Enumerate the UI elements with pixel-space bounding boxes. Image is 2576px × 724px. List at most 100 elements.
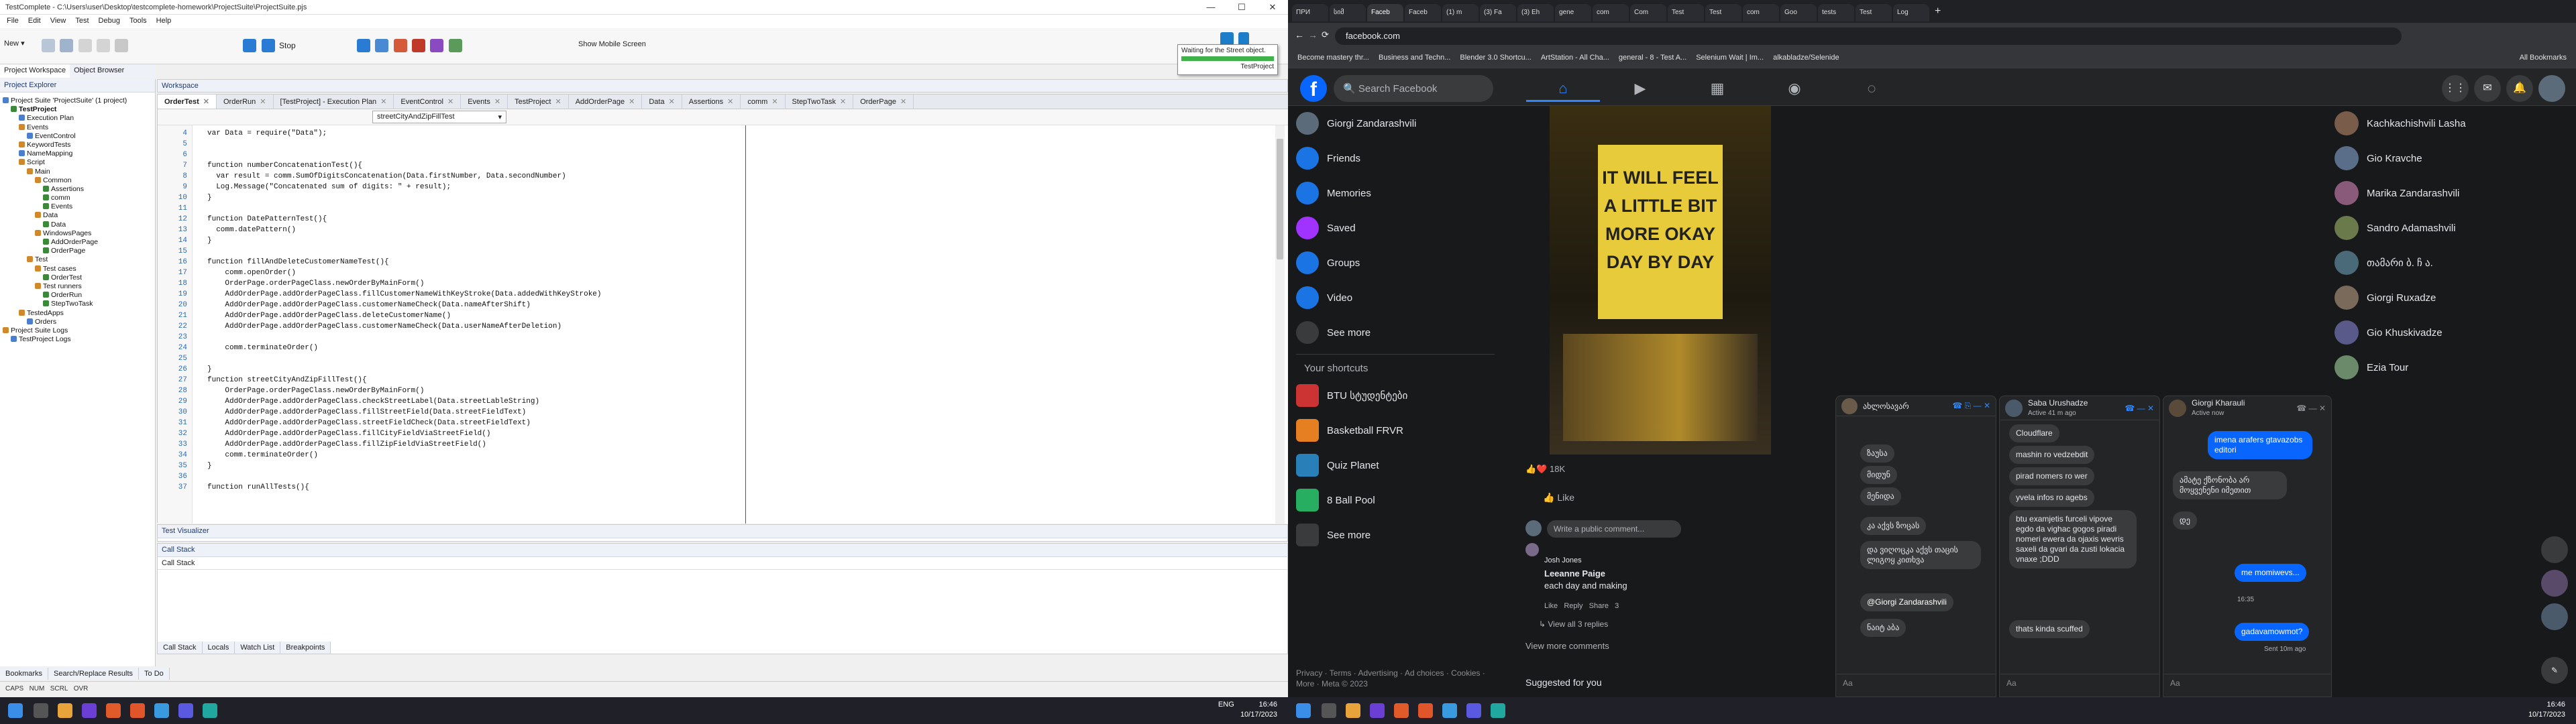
editor-tab[interactable]: [TestProject] - Execution Plan ✕ — [274, 95, 394, 109]
search-icon-2[interactable] — [1322, 703, 1336, 718]
tab-breakpoints[interactable]: Breakpoints — [280, 642, 331, 654]
app-icon-2[interactable] — [1394, 703, 1409, 718]
contact-item[interactable]: Gio Khuskivadze — [2334, 315, 2576, 350]
bookmark-item[interactable]: alkabladze/Selenide — [1773, 54, 1839, 64]
like-button[interactable]: 👍 Like — [1543, 492, 1574, 503]
chat1-header[interactable]: ახლოსავარ ☎ ⎘ — ✕ — [1836, 396, 1996, 416]
editor-tab[interactable]: EventControl ✕ — [394, 95, 462, 109]
tab-close-icon[interactable]: ✕ — [494, 98, 500, 106]
start-icon[interactable] — [8, 703, 23, 718]
vs-icon[interactable] — [82, 703, 97, 718]
tree-item[interactable]: Events — [3, 123, 152, 132]
contact-item[interactable]: Sandro Adamashvili — [2334, 210, 2576, 245]
breakpoint-icon[interactable] — [412, 39, 426, 52]
browser-tab[interactable]: Log — [1893, 4, 1929, 21]
shortcut-item[interactable]: BTU სტუდენტები — [1288, 378, 1503, 413]
tab-locals[interactable]: Locals — [202, 642, 235, 654]
run-icon[interactable] — [243, 39, 256, 52]
tab-close-icon[interactable]: ✕ — [203, 98, 209, 106]
contact-item[interactable]: Ezia Tour — [2334, 350, 2576, 385]
comment-input[interactable]: Write a public comment... — [1547, 520, 1681, 538]
mobile-icon[interactable] — [448, 39, 462, 52]
profile-avatar[interactable] — [2538, 75, 2565, 102]
tab-close-icon[interactable]: ✕ — [555, 98, 561, 106]
bookmark-item[interactable]: Blender 3.0 Shortcu... — [1460, 54, 1531, 64]
tree-item[interactable]: TestProject Logs — [3, 335, 152, 344]
browser-tab[interactable]: ПРИ — [1292, 4, 1328, 21]
record-icon[interactable] — [115, 39, 129, 52]
stop-label[interactable]: Stop — [279, 41, 296, 50]
testcomplete-icon[interactable] — [203, 703, 217, 718]
chat3-input[interactable]: Aa — [2163, 674, 2331, 697]
chat-bubble-avatar-2[interactable] — [2541, 570, 2568, 597]
chat-bubble-avatar-3[interactable] — [2541, 603, 2568, 630]
new-tab-icon[interactable]: + — [1935, 5, 1941, 17]
tab-call-stack[interactable]: Call Stack — [158, 642, 203, 654]
function-select[interactable]: streetCityAndZipFillTest ▾ — [372, 111, 506, 123]
tree-item[interactable]: AddOrderPage — [3, 238, 152, 247]
browser-tab[interactable]: (3) Eh — [1517, 4, 1554, 21]
comment-name[interactable]: Leeanne Paige — [1544, 568, 1605, 579]
tree-item[interactable]: Project Suite 'ProjectSuite' (1 project) — [3, 97, 152, 105]
pause-icon[interactable] — [357, 39, 370, 52]
browser-tab[interactable]: Test — [1705, 4, 1741, 21]
shortcut-item[interactable]: Basketball FRVR — [1288, 413, 1503, 448]
browser-tab[interactable]: Test — [1668, 4, 1704, 21]
recorder-icon[interactable] — [1220, 32, 1234, 46]
contact-item[interactable]: Kachkachishvili Lasha — [2334, 106, 2576, 141]
footer-links[interactable]: Privacy · Terms · Advertising · Ad choic… — [1296, 668, 1497, 689]
menu-debug[interactable]: Debug — [99, 17, 120, 26]
tree-item[interactable]: comm — [3, 194, 152, 202]
brave-icon-2[interactable] — [1418, 703, 1433, 718]
code-editor[interactable]: 4 var Data = require("Data"); 5 6 7 function … — [158, 125, 1288, 524]
discord-icon[interactable] — [178, 703, 193, 718]
url-input[interactable]: facebook.com — [1335, 27, 2402, 45]
gaming-icon[interactable]: ◌ — [1835, 75, 1909, 102]
tree-item[interactable]: Test — [3, 255, 152, 264]
new-button[interactable]: New ▾ — [4, 39, 25, 48]
chat2-header[interactable]: Saba Urushadze Active 41 m ago ☎ — ✕ — [2000, 396, 2159, 420]
contact-item[interactable]: Gio Kravche — [2334, 141, 2576, 176]
tab-close-icon[interactable]: ✕ — [669, 98, 675, 106]
stop-icon[interactable] — [262, 39, 275, 52]
menu-view[interactable]: View — [50, 17, 66, 26]
tree-item[interactable]: Events — [3, 202, 152, 211]
view-all-replies[interactable]: ↳ View all 3 replies — [1539, 619, 1608, 629]
show-mobile-button[interactable]: Show Mobile Screen — [578, 40, 646, 48]
discord-icon-2[interactable] — [1466, 703, 1481, 718]
editor-tab[interactable]: OrderPage ✕ — [853, 95, 914, 109]
tree-item[interactable]: Data — [3, 221, 152, 229]
explorer-icon-2[interactable] — [1346, 703, 1360, 718]
notifications-icon[interactable]: 🔔 — [2506, 75, 2533, 102]
facebook-search-input[interactable]: 🔍 Search Facebook — [1334, 75, 1493, 102]
tree-item[interactable]: Test cases — [3, 265, 152, 274]
tree-item[interactable]: StepTwoTask — [3, 300, 152, 308]
editor-tab[interactable]: Data ✕ — [642, 95, 682, 109]
editor-tab[interactable]: Assertions ✕ — [682, 95, 741, 109]
reload-icon[interactable]: ⟳ — [1322, 29, 1329, 40]
close-icon[interactable]: ✕ — [1257, 0, 1288, 15]
left-nav-item[interactable]: Saved — [1288, 210, 1503, 245]
chrome-icon-2[interactable] — [1442, 703, 1457, 718]
view-more-comments[interactable]: View more comments — [1525, 641, 1609, 651]
tab-bookmarks[interactable]: Bookmarks — [0, 668, 49, 680]
post-image[interactable]: IT WILL FEEL A LITTLE BIT MORE OKAY DAY … — [1550, 106, 1771, 455]
app-icon[interactable] — [106, 703, 121, 718]
bookmark-item[interactable]: Business and Techn... — [1379, 54, 1450, 64]
browser-tab[interactable]: gene — [1555, 4, 1591, 21]
editor-tab[interactable]: OrderRun ✕ — [217, 95, 274, 109]
browser-tab[interactable]: Com — [1630, 4, 1666, 21]
left-nav-item[interactable]: Groups — [1288, 245, 1503, 280]
contact-item[interactable]: Marika Zandarashvili — [2334, 176, 2576, 210]
editor-tab[interactable]: StepTwoTask ✕ — [786, 95, 854, 109]
messenger-icon[interactable]: ✉ — [2474, 75, 2501, 102]
brave-icon[interactable] — [130, 703, 145, 718]
all-bookmarks[interactable]: All Bookmarks — [2520, 54, 2567, 64]
save-icon[interactable] — [60, 39, 74, 52]
start-icon-2[interactable] — [1296, 703, 1311, 718]
browser-tab[interactable]: (1) m — [1442, 4, 1479, 21]
facebook-logo-icon[interactable]: f — [1300, 75, 1327, 102]
menu-help[interactable]: Help — [156, 17, 172, 26]
tab-todo[interactable]: To Do — [139, 668, 170, 680]
tree-item[interactable]: WindowsPages — [3, 229, 152, 238]
